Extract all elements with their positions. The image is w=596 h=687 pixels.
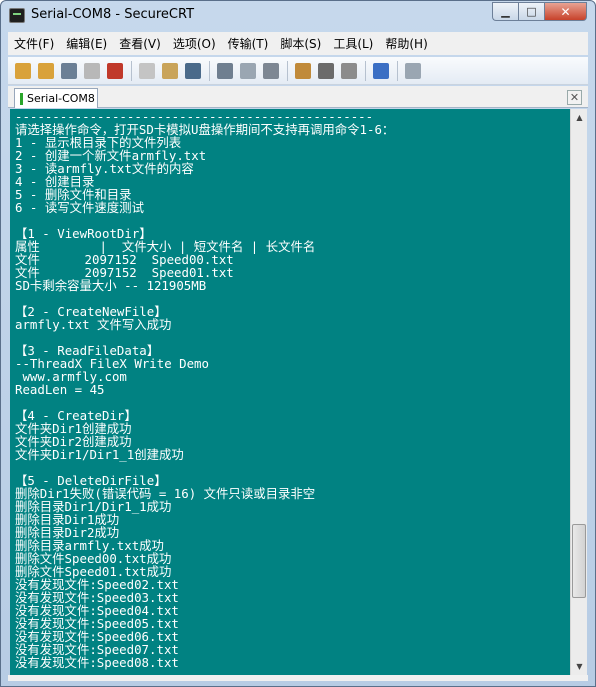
connection-status-indicator <box>20 92 23 105</box>
caption-buttons: ▁ □ ✕ <box>492 2 587 21</box>
menu-item[interactable]: 文件(F) <box>8 35 60 52</box>
quick-connect-icon <box>38 62 54 79</box>
disconnect-icon <box>107 62 123 79</box>
keymap-button[interactable] <box>338 60 360 82</box>
keymap-icon <box>341 62 357 79</box>
title-bar[interactable]: Serial-COM8 - SecureCRT ▁ □ ✕ <box>1 1 595 31</box>
close-button[interactable]: ✕ <box>544 2 587 21</box>
connect-in-tab-button[interactable] <box>58 60 80 82</box>
window-bottom-border <box>8 675 588 681</box>
terminal-line: 文件夹Dir1/Dir1_1创建成功 <box>15 447 184 462</box>
disconnect-button[interactable] <box>104 60 126 82</box>
toolbar-separator <box>209 60 210 81</box>
global-options-button[interactable] <box>315 60 337 82</box>
reconnect-button[interactable] <box>81 60 103 82</box>
tab-bar: Serial-COM8 ✕ <box>8 86 588 108</box>
session-options-button[interactable] <box>292 60 314 82</box>
tab-close-button[interactable]: ✕ <box>567 90 582 105</box>
help-icon <box>373 62 389 79</box>
print-selection-button[interactable] <box>237 60 259 82</box>
terminal-line: armfly.txt 文件写入成功 <box>15 317 172 332</box>
menu-item[interactable]: 脚本(S) <box>274 35 327 52</box>
menu-bar: 文件(F) 编辑(E) 查看(V) 选项(O) 传输(T) 脚本(S) 工具(L) 帮助(H) <box>8 32 588 55</box>
toolbar-separator <box>397 60 398 81</box>
terminal-line: ReadLen = 45 <box>15 382 105 397</box>
copy-button[interactable] <box>136 60 158 82</box>
find-button[interactable] <box>182 60 204 82</box>
scroll-up-arrow[interactable]: ▲ <box>571 109 588 126</box>
scroll-down-arrow[interactable]: ▼ <box>571 658 588 675</box>
terminal-line: 没有发现文件:Speed08.txt <box>15 655 179 670</box>
window-title: Serial-COM8 - SecureCRT <box>31 7 195 22</box>
tile-icon <box>405 62 421 79</box>
toolbar-separator <box>365 60 366 81</box>
tab-label: Serial-COM8 <box>27 92 95 105</box>
menu-item[interactable]: 编辑(E) <box>60 35 113 52</box>
reconnect-icon <box>84 62 100 79</box>
scrollbar-thumb[interactable] <box>572 524 586 598</box>
toolbar-separator <box>131 60 132 81</box>
menu-item[interactable]: 工具(L) <box>327 35 379 52</box>
quick-connect-button[interactable] <box>35 60 57 82</box>
find-icon <box>185 62 201 79</box>
terminal-line: SD卡剩余容量大小 -- 121905MB <box>15 278 207 293</box>
securecrt-app-icon[interactable] <box>9 8 25 23</box>
maximize-button[interactable]: □ <box>518 2 544 21</box>
paste-icon <box>162 62 178 79</box>
connect-icon <box>15 62 31 79</box>
vertical-scrollbar[interactable]: ▲ ▼ <box>570 109 587 675</box>
terminal-line: 6 - 读写文件速度测试 <box>15 200 144 215</box>
print-screen-icon <box>217 62 233 79</box>
print-button[interactable] <box>260 60 282 82</box>
session-options-icon <box>295 62 311 79</box>
terminal-output[interactable]: ----------------------------------------… <box>10 109 570 675</box>
tab-serial-com8[interactable]: Serial-COM8 <box>14 88 98 108</box>
copy-icon <box>139 62 155 79</box>
terminal-line: 3 - 读armfly.txt文件的内容 <box>15 161 194 176</box>
connect-in-tab-icon <box>61 62 77 79</box>
print-selection-icon <box>240 62 256 79</box>
toolbar-separator <box>287 60 288 81</box>
menu-item[interactable]: 查看(V) <box>113 35 167 52</box>
global-options-icon <box>318 62 334 79</box>
print-icon <box>263 62 279 79</box>
connect-button[interactable] <box>12 60 34 82</box>
print-screen-button[interactable] <box>214 60 236 82</box>
menu-item[interactable]: 选项(O) <box>167 35 222 52</box>
toolbar <box>8 57 588 85</box>
paste-button[interactable] <box>159 60 181 82</box>
menu-item[interactable]: 帮助(H) <box>379 35 433 52</box>
app-window: Serial-COM8 - SecureCRT ▁ □ ✕ 文件(F) 编辑(E)… <box>0 0 596 687</box>
menu-item[interactable]: 传输(T) <box>222 35 275 52</box>
tile-button[interactable] <box>402 60 424 82</box>
minimize-button[interactable]: ▁ <box>492 2 518 21</box>
help-button[interactable] <box>370 60 392 82</box>
